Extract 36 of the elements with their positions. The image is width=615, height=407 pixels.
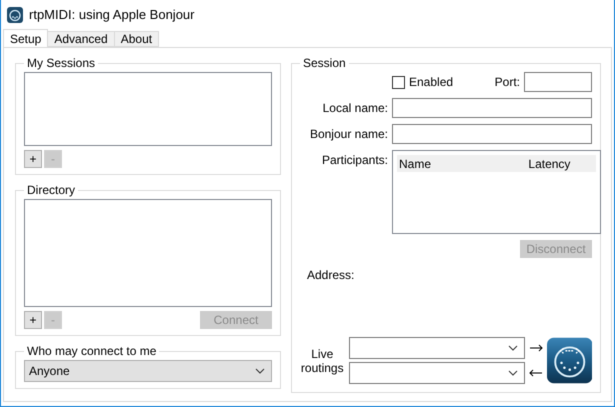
field-label: Bonjour name: [308,127,388,141]
group-title: Who may connect to me [26,344,158,358]
participants-table[interactable]: Name Latency [392,150,601,234]
group-title: Directory [26,183,76,197]
arrow-right-icon [528,344,543,352]
field-label: Participants: [320,152,388,167]
group-title: Session [302,56,347,70]
dropdown[interactable] [348,362,525,384]
port-field[interactable] [524,72,592,92]
checkbox[interactable] [392,76,405,88]
bonjour-name-field[interactable] [392,124,592,144]
dropdown[interactable]: Anyone [24,360,272,382]
chevron-down-icon [508,370,518,376]
window-title: rtpMIDI: using Apple Bonjour [29,7,194,22]
directory-list[interactable] [24,199,272,307]
local-name-field[interactable] [392,98,592,118]
add-button[interactable]: + [24,150,42,168]
add-button[interactable]: + [24,311,42,329]
field-label: Local name: [322,101,388,115]
address-label: Address: [307,268,354,282]
chevron-down-icon [508,345,518,351]
tab[interactable]: Advanced [47,31,115,47]
sessions-list[interactable] [24,72,272,146]
app-icon [7,6,23,22]
arrow-left-icon [528,369,543,377]
chevron-down-icon [255,368,265,374]
tab[interactable]: Setup [3,29,48,47]
checkbox-label: Enabled [409,75,454,89]
group-title: My Sessions [26,56,96,70]
tab[interactable]: About [114,31,160,47]
dropdown[interactable] [348,337,525,359]
field-label: Live routings [300,346,345,374]
column-header[interactable]: Latency [526,155,596,172]
field-label: Port: [494,75,520,89]
column-header[interactable]: Name [397,155,526,172]
midi-connector-icon[interactable] [546,337,592,384]
